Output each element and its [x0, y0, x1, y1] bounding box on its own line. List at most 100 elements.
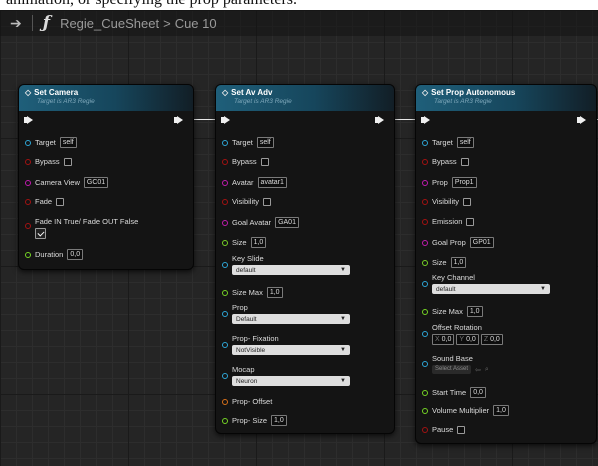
size-value[interactable]: 1,0: [250, 237, 267, 248]
goal-avatar-value[interactable]: GA01: [275, 217, 299, 228]
float-pin-icon[interactable]: [25, 251, 31, 258]
prop-fixation-dropdown[interactable]: NotVisible ▼: [232, 345, 350, 355]
pin-row-target: Target self: [25, 137, 77, 148]
size-value[interactable]: 1,0: [450, 257, 467, 268]
bool-pin-icon[interactable]: [422, 218, 428, 225]
target-value[interactable]: self: [59, 137, 77, 148]
object-pin-icon[interactable]: [422, 139, 428, 146]
back-arrow-icon[interactable]: ➔: [10, 15, 22, 32]
target-value[interactable]: self: [256, 137, 274, 148]
exec-in-pin-icon[interactable]: [421, 116, 430, 124]
node-subtitle: Target is AR3 Regie: [37, 98, 95, 105]
camera-view-value[interactable]: GC01: [83, 177, 109, 188]
pause-checkbox[interactable]: [457, 425, 466, 434]
fade-checkbox[interactable]: [56, 197, 65, 206]
enum-pin-icon[interactable]: [422, 280, 428, 287]
breadcrumb: Regie_CueSheet > Cue 10: [60, 16, 217, 31]
name-pin-icon[interactable]: [422, 179, 428, 186]
pin-row-size-max: Size Max 1,0: [222, 287, 283, 298]
set-av-adv-node[interactable]: ◇ Set Av Adv Target is AR3 Regie Target s…: [215, 84, 395, 434]
exec-out-pin-icon[interactable]: [577, 116, 586, 124]
enum-pin-icon[interactable]: [222, 341, 228, 348]
mocap-dropdown[interactable]: Neuron ▼: [232, 376, 350, 386]
bypass-checkbox[interactable]: [260, 157, 269, 166]
volume-multiplier-value[interactable]: 1,0: [493, 405, 509, 416]
pin-label: Bypass: [432, 157, 457, 166]
struct-pin-icon[interactable]: [222, 398, 228, 405]
object-pin-icon[interactable]: [422, 361, 428, 367]
set-prop-autonomous-node[interactable]: ◇ Set Prop Autonomous Target is AR3 Regie…: [415, 84, 597, 444]
bool-pin-icon[interactable]: [422, 426, 428, 433]
exec-in-pin-icon[interactable]: [221, 116, 230, 124]
search-icon[interactable]: ⌕: [485, 366, 489, 374]
name-pin-icon[interactable]: [222, 179, 228, 186]
browse-icon[interactable]: ⇦: [475, 366, 481, 374]
goal-prop-value[interactable]: GP01: [469, 237, 494, 248]
target-value[interactable]: self: [456, 137, 474, 148]
pin-label: Duration: [35, 250, 64, 259]
float-pin-icon[interactable]: [422, 389, 428, 396]
prop-size-value[interactable]: 1,0: [271, 415, 287, 426]
float-pin-icon[interactable]: [222, 239, 228, 246]
object-pin-icon[interactable]: [25, 139, 31, 146]
pin-row-mocap: Mocap Neuron ▼: [222, 365, 350, 386]
size-max-value[interactable]: 1,0: [466, 306, 483, 317]
blueprint-graph[interactable]: ➔ ƒ Regie_CueSheet > Cue 10 ◇ Set Camera Ta…: [0, 10, 598, 466]
exec-out-pin-icon[interactable]: [375, 116, 384, 124]
node-header[interactable]: ◇ Set Camera Target is AR3 Regie: [19, 85, 193, 111]
bool-pin-icon[interactable]: [422, 158, 428, 165]
float-pin-icon[interactable]: [222, 417, 228, 424]
dropdown-caret-icon: ▼: [340, 347, 346, 353]
enum-pin-icon[interactable]: [222, 310, 228, 317]
size-max-value[interactable]: 1,0: [266, 287, 283, 298]
prop-dropdown[interactable]: Default ▼: [232, 314, 350, 324]
enum-pin-icon[interactable]: [222, 261, 228, 268]
pin-label: Size: [432, 258, 447, 267]
name-pin-icon[interactable]: [222, 219, 228, 226]
bool-pin-icon[interactable]: [25, 223, 31, 229]
pin-row-bypass: Bypass: [422, 157, 469, 166]
bypass-checkbox[interactable]: [460, 157, 469, 166]
float-pin-icon[interactable]: [422, 259, 428, 266]
offset-z-field[interactable]: Z 0,0: [480, 334, 503, 345]
name-pin-icon[interactable]: [25, 179, 31, 186]
bool-pin-icon[interactable]: [25, 158, 31, 165]
node-header[interactable]: ◇ Set Av Adv Target is AR3 Regie: [216, 85, 394, 111]
name-pin-icon[interactable]: [422, 239, 428, 246]
caption-strip: animation, or specifying the prop parame…: [0, 0, 598, 10]
bool-pin-icon[interactable]: [222, 158, 228, 165]
key-channel-dropdown[interactable]: default ▼: [432, 284, 550, 294]
diamond-icon: ◇: [222, 88, 229, 97]
float-pin-icon[interactable]: [422, 308, 428, 315]
pin-row-key-channel: Key Channel default ▼: [422, 273, 550, 294]
bypass-checkbox[interactable]: [63, 157, 72, 166]
offset-x-field[interactable]: X 0,0: [432, 334, 455, 345]
visibility-checkbox[interactable]: [262, 197, 271, 206]
exec-in-pin-icon[interactable]: [24, 116, 33, 124]
prop-value[interactable]: Prop1: [451, 177, 477, 188]
start-time-value[interactable]: 0,0: [470, 387, 486, 398]
object-pin-icon[interactable]: [222, 139, 228, 146]
duration-value[interactable]: 0,0: [67, 249, 84, 260]
node-header[interactable]: ◇ Set Prop Autonomous Target is AR3 Regie: [416, 85, 596, 111]
pin-row-size-max: Size Max 1,0: [422, 306, 483, 317]
float-pin-icon[interactable]: [222, 289, 228, 296]
fade-in-checkbox[interactable]: [35, 228, 46, 239]
bool-pin-icon[interactable]: [422, 198, 428, 205]
breadcrumb-current[interactable]: Cue 10: [175, 16, 217, 31]
avatar-value[interactable]: avatar1: [257, 177, 287, 188]
key-slide-dropdown[interactable]: default ▼: [232, 265, 350, 275]
visibility-checkbox[interactable]: [462, 197, 471, 206]
offset-y-field[interactable]: Y 0,0: [456, 334, 479, 345]
enum-pin-icon[interactable]: [222, 372, 228, 379]
set-camera-node[interactable]: ◇ Set Camera Target is AR3 Regie Target s…: [18, 84, 194, 270]
exec-out-pin-icon[interactable]: [174, 116, 183, 124]
emission-checkbox[interactable]: [466, 217, 475, 226]
caption-text: animation, or specifying the prop parame…: [6, 0, 297, 9]
breadcrumb-parent[interactable]: Regie_CueSheet: [60, 16, 159, 31]
struct-pin-icon[interactable]: [422, 331, 428, 337]
select-asset-dropdown[interactable]: Select Asset: [432, 365, 472, 374]
bool-pin-icon[interactable]: [25, 198, 31, 205]
bool-pin-icon[interactable]: [222, 198, 228, 205]
float-pin-icon[interactable]: [422, 407, 428, 414]
